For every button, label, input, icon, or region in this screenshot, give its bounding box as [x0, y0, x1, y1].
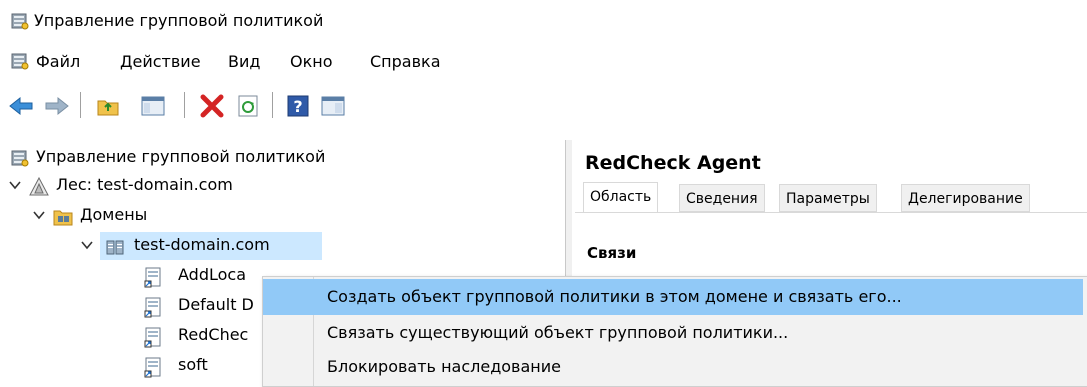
tree-label-gpo: soft: [178, 355, 208, 374]
context-menu: Создать объект групповой политики в этом…: [262, 276, 1087, 387]
tab-scope[interactable]: Область: [583, 182, 659, 213]
help-icon[interactable]: ?: [286, 94, 310, 118]
forward-arrow-icon[interactable]: [44, 94, 70, 118]
tab-settings[interactable]: Параметры: [779, 184, 877, 212]
menu-item-label: Создать объект групповой политики в этом…: [327, 287, 902, 306]
tab-delegation[interactable]: Делегирование: [901, 184, 1030, 212]
domain-icon: [106, 240, 124, 255]
gpmc-app-icon: [11, 13, 29, 30]
gpo-link-icon: [144, 327, 161, 348]
menu-item-label: Блокировать наследование: [327, 357, 561, 376]
chevron-down-icon[interactable]: [8, 178, 22, 192]
menu-file[interactable]: Файл: [36, 52, 80, 71]
up-folder-icon[interactable]: [96, 94, 122, 118]
tree-item-domains[interactable]: Домены: [0, 202, 560, 230]
menu-item-block-inheritance[interactable]: Блокировать наследование: [263, 349, 1083, 385]
back-arrow-icon[interactable]: [8, 94, 34, 118]
gpo-title: RedCheck Agent: [585, 152, 761, 174]
menu-view[interactable]: Вид: [228, 52, 260, 71]
delete-icon[interactable]: [198, 92, 226, 120]
menu-item-label: Связать существующий объект групповой по…: [327, 323, 789, 342]
svg-text:?: ?: [293, 97, 302, 116]
toolbar-separator: [184, 92, 185, 118]
tree-item-gpm-root[interactable]: Управление групповой политикой: [0, 144, 560, 172]
tree-label-gpo: AddLoca: [178, 265, 246, 284]
chevron-down-icon[interactable]: [32, 208, 46, 222]
tree-item-domain[interactable]: test-domain.com: [0, 232, 560, 260]
menu-item-create-and-link-gpo[interactable]: Создать объект групповой политики в этом…: [263, 279, 1083, 315]
tree-label-forest: Лес: test-domain.com: [56, 175, 233, 194]
chevron-down-icon[interactable]: [80, 238, 94, 252]
menu-item-link-existing-gpo[interactable]: Связать существующий объект групповой по…: [263, 315, 1083, 351]
tree-label-domains: Домены: [80, 205, 148, 224]
refresh-icon[interactable]: [236, 94, 262, 118]
tree-label-gpo: Default D: [178, 295, 254, 314]
tree-label-root: Управление групповой политикой: [36, 147, 326, 166]
gpmc-root-icon: [11, 150, 29, 167]
menu-window[interactable]: Окно: [290, 52, 333, 71]
gpo-link-icon: [144, 297, 161, 318]
tab-details[interactable]: Сведения: [679, 184, 765, 212]
toolbar: ?: [0, 84, 1087, 128]
tree-item-forest[interactable]: Лес: test-domain.com: [0, 172, 560, 200]
menu-help[interactable]: Справка: [370, 52, 441, 71]
forest-icon: [29, 176, 49, 196]
menu-action[interactable]: Действие: [120, 52, 201, 71]
window-title-bar: Управление групповой политикой: [0, 0, 1087, 42]
links-section-label: Связи: [587, 244, 637, 262]
domains-folder-icon: [53, 210, 73, 226]
show-hide-tree-icon[interactable]: [140, 94, 166, 118]
gpo-link-icon: [144, 267, 161, 288]
toolbar-separator: [80, 92, 81, 118]
menu-bar: Файл Действие Вид Окно Справка: [0, 42, 1087, 82]
toolbar-separator: [272, 92, 273, 118]
tree-label-domain: test-domain.com: [134, 235, 270, 254]
gpo-link-icon: [144, 357, 161, 378]
console-menu-icon[interactable]: [10, 51, 30, 71]
window-title: Управление групповой политикой: [34, 11, 324, 30]
tree-label-gpo: RedChec: [178, 325, 249, 344]
show-action-pane-icon[interactable]: [320, 94, 346, 118]
